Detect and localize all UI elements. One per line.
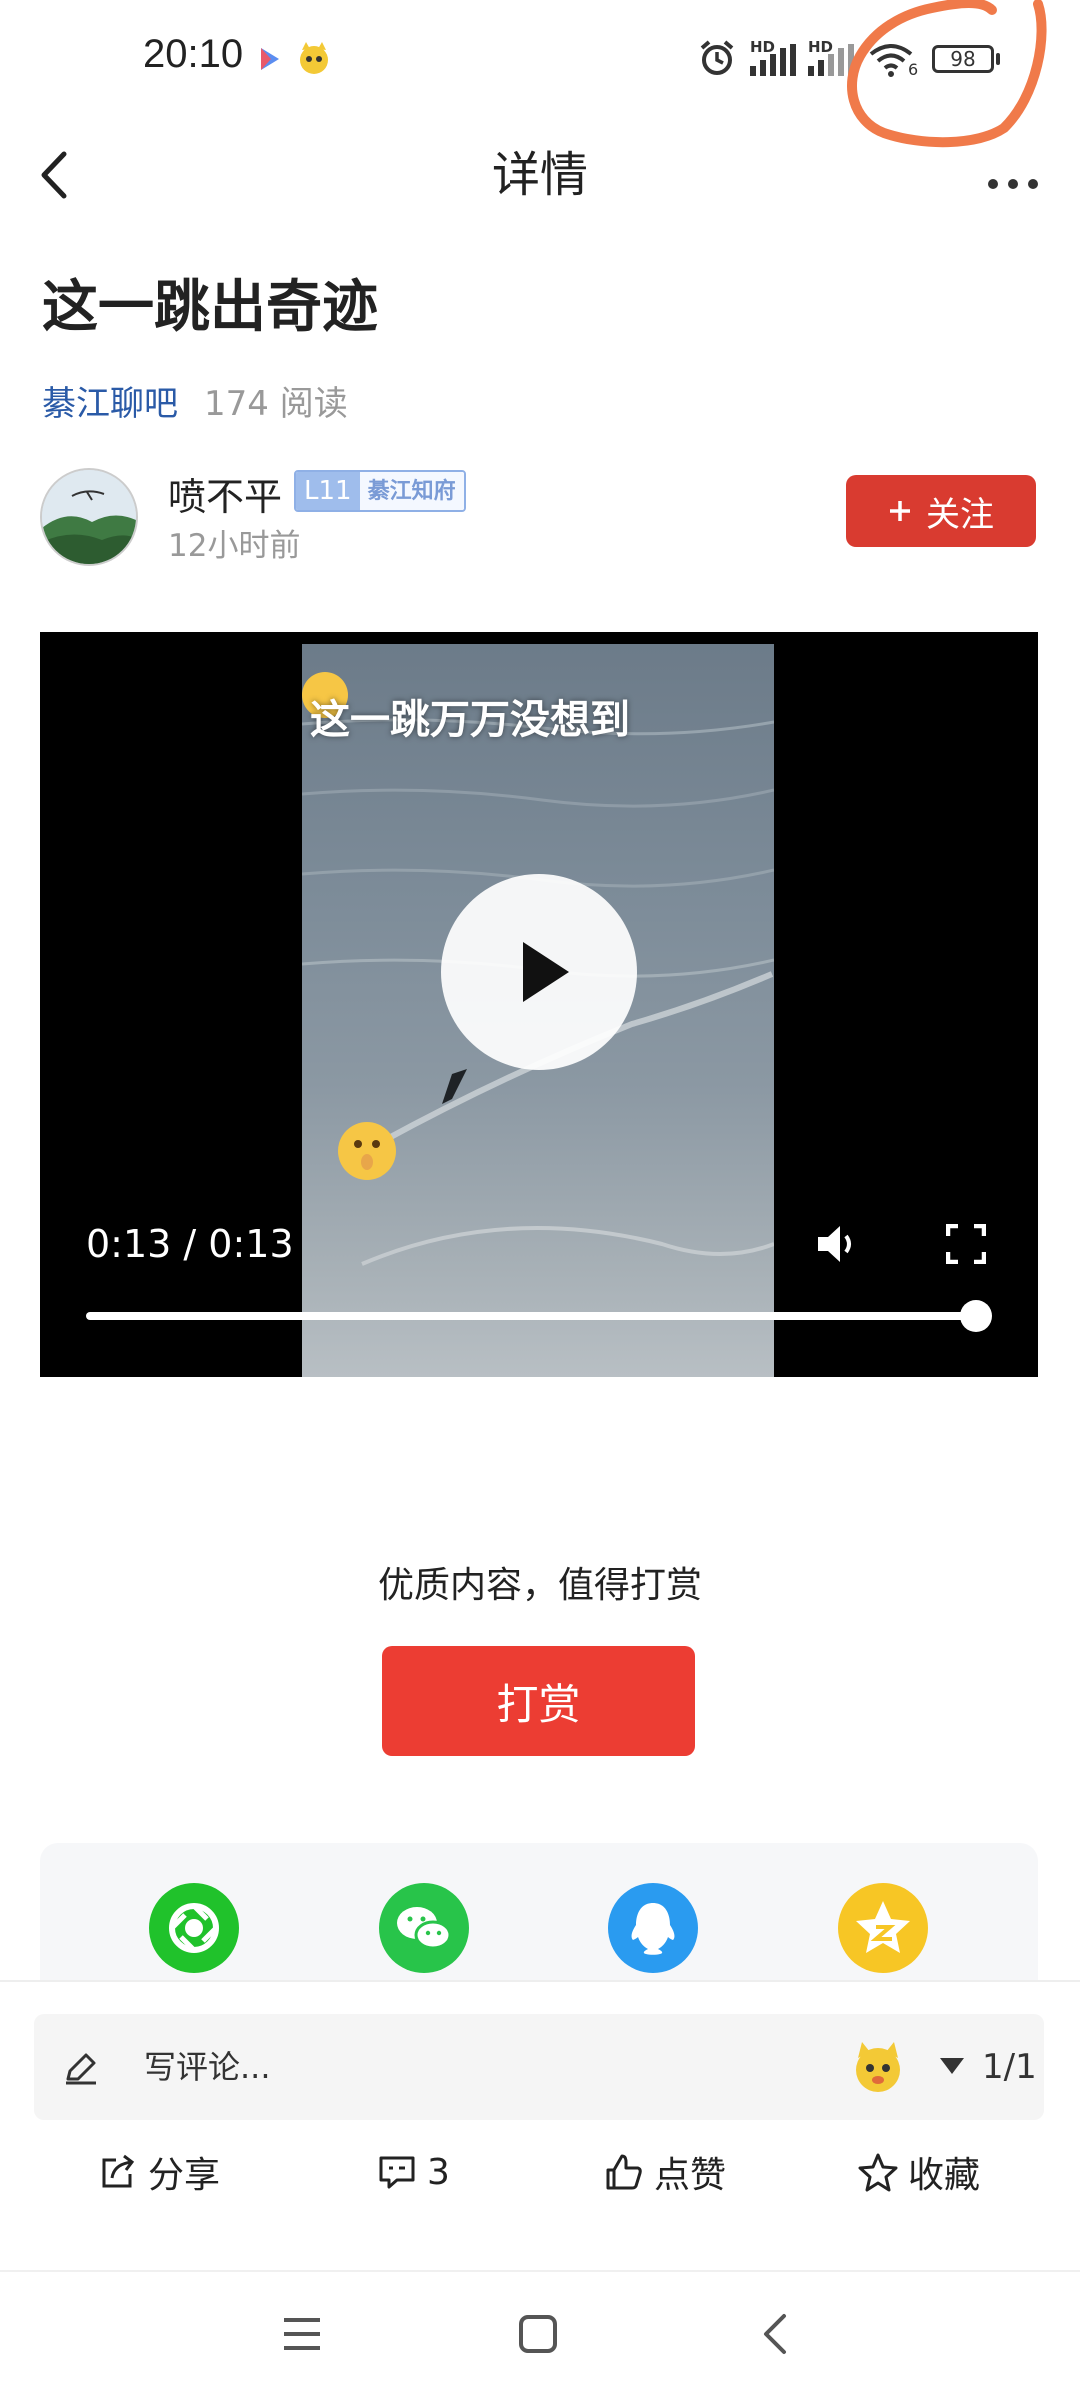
system-nav-bar xyxy=(0,2270,1080,2402)
qzone-icon[interactable] xyxy=(838,1883,928,1973)
plus-icon xyxy=(890,501,910,521)
favorite-label: 收藏 xyxy=(908,2155,981,2196)
author-name[interactable]: 喷不平 xyxy=(168,466,282,521)
more-icon[interactable] xyxy=(987,150,1039,200)
play-button[interactable] xyxy=(441,874,637,1070)
share-icon xyxy=(102,2154,135,2188)
wechat-icon[interactable] xyxy=(379,1883,469,1973)
like-button[interactable]: 点赞 xyxy=(604,2142,726,2202)
comment-icon xyxy=(379,2156,415,2189)
favorite-button[interactable]: 收藏 xyxy=(858,2142,980,2202)
post-title: 这一跳出奇迹 xyxy=(42,275,378,340)
qq-icon[interactable] xyxy=(608,1883,698,1973)
status-time: 20:10 xyxy=(143,32,244,76)
menu-icon[interactable] xyxy=(282,2314,322,2354)
cat-app-icon xyxy=(300,42,328,74)
level-title: 綦江知府 xyxy=(359,472,464,510)
video-player[interactable]: 这一跳万万没想到 0:13 / 0:13 xyxy=(40,632,1038,1377)
volume-icon[interactable] xyxy=(814,1220,862,1268)
avatar[interactable] xyxy=(40,468,138,566)
video-time: 0:13 / 0:13 xyxy=(86,1222,294,1266)
follow-button[interactable]: 关注 xyxy=(846,475,1036,547)
alarm-icon xyxy=(700,40,734,75)
share-panel xyxy=(40,1843,1038,1983)
level-number: L11 xyxy=(296,472,360,510)
comment-input[interactable]: 写评论... 1/1 xyxy=(34,2014,1044,2120)
progress-handle[interactable] xyxy=(960,1300,992,1332)
like-label: 点赞 xyxy=(654,2155,727,2196)
dropdown-arrow-icon[interactable] xyxy=(938,2056,966,2076)
signal-icon xyxy=(750,44,796,76)
emoji-icon xyxy=(338,1122,396,1180)
comment-placeholder: 写评论... xyxy=(144,2048,271,2086)
moments-icon[interactable] xyxy=(149,1883,239,1973)
status-bar: 20:10 HD HD 6 98 xyxy=(0,0,1080,148)
header: 详情 xyxy=(0,120,1080,230)
forum-link[interactable]: 綦江聊吧 xyxy=(42,384,178,424)
reward-prompt: 优质内容，值得打赏 xyxy=(377,1565,702,1606)
page-title: 详情 xyxy=(491,147,588,203)
thumbs-up-icon xyxy=(606,2154,642,2190)
level-badge: L11 綦江知府 xyxy=(294,470,466,512)
read-count: 174 阅读 xyxy=(204,384,348,424)
comment-button[interactable]: 3 xyxy=(377,2142,450,2202)
video-app-icon xyxy=(261,48,279,70)
share-label: 分享 xyxy=(148,2155,221,2196)
pencil-icon xyxy=(66,2053,96,2085)
share-button[interactable]: 分享 xyxy=(98,2142,220,2202)
video-caption: 这一跳万万没想到 xyxy=(310,697,630,743)
home-icon[interactable] xyxy=(518,2314,558,2354)
fullscreen-icon[interactable] xyxy=(946,1224,986,1264)
emoji-icon[interactable] xyxy=(850,2040,906,2094)
play-icon xyxy=(523,942,569,1002)
follow-label: 关注 xyxy=(926,494,994,535)
post-time: 12小时前 xyxy=(168,528,301,564)
star-icon xyxy=(858,2153,898,2192)
post-meta: 綦江聊吧 174 阅读 xyxy=(42,376,348,425)
progress-bar[interactable] xyxy=(86,1312,986,1320)
reward-button[interactable]: 打赏 xyxy=(382,1646,695,1756)
comment-count: 3 xyxy=(427,2151,450,2193)
nav-back-icon[interactable] xyxy=(760,2312,790,2356)
page-indicator[interactable]: 1/1 xyxy=(982,2014,1037,2120)
